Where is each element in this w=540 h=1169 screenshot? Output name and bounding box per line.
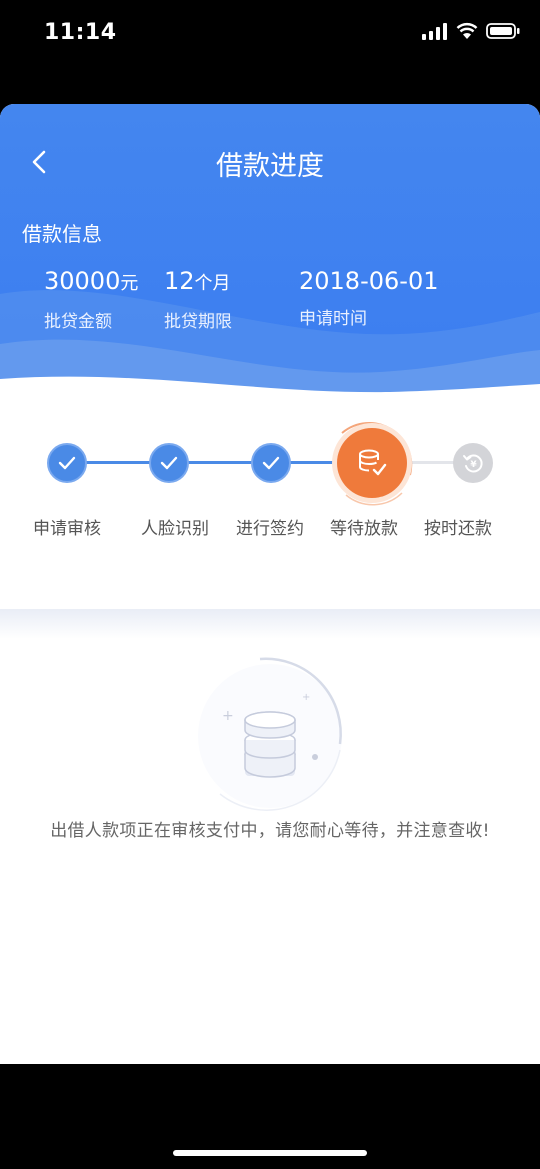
amount-unit: 元: [120, 273, 139, 294]
step-apply-review-check-icon: [47, 443, 87, 483]
step-label-sign: 进行签约: [236, 519, 304, 539]
status-icons: [422, 22, 520, 40]
section-divider: [0, 609, 540, 639]
section-title: 借款信息: [22, 222, 102, 246]
step-label-apply-review: 申请审核: [33, 519, 101, 539]
svg-text:+: +: [302, 692, 310, 703]
notice-text: 出借人款项正在审核支付中，请您耐心等待，并注意查收!: [50, 821, 490, 841]
header: 借款进度 借款信息 30000元 批贷金额 12个月 批贷期限 2018-06-…: [0, 104, 540, 404]
step-label-await-disbursement: 等待放款: [330, 519, 398, 539]
status-time: 11:14: [44, 20, 117, 45]
term-label: 批贷期限: [164, 312, 232, 332]
coin-stack-icon: + +: [198, 657, 342, 811]
coins-check-icon: [337, 428, 407, 498]
step-label-face-recognition: 人脸识别: [141, 519, 209, 539]
status-bar: 11:14: [0, 0, 540, 70]
svg-text:¥: ¥: [470, 460, 477, 470]
apply-date-label: 申请时间: [299, 309, 367, 329]
apply-date-value: 2018-06-01: [299, 267, 439, 295]
step-connector: [188, 461, 252, 464]
loan-progress-card: 借款进度 借款信息 30000元 批贷金额 12个月 批贷期限 2018-06-…: [0, 104, 540, 1064]
step-face-check-icon: [149, 443, 189, 483]
term-unit: 个月: [194, 273, 231, 294]
page-title: 借款进度: [216, 151, 324, 182]
step-connector: [86, 461, 150, 464]
amount-value: 30000: [44, 267, 121, 295]
signal-icon: [422, 22, 448, 40]
info-term: 12个月 批贷期限: [164, 264, 232, 332]
svg-text:+: +: [222, 708, 234, 724]
info-amount: 30000元 批贷金额: [44, 264, 138, 332]
battery-icon: [486, 23, 520, 39]
amount-label: 批贷金额: [44, 312, 112, 332]
home-indicator[interactable]: [173, 1150, 367, 1156]
wifi-icon: [456, 22, 478, 39]
progress-steps: ¥ 申请审核 人脸识别 进行签约 等待放款 按时还款: [0, 414, 540, 554]
term-value: 12: [164, 267, 195, 295]
step-sign-check-icon: [251, 443, 291, 483]
repay-icon: ¥: [453, 443, 493, 483]
info-apply-date: 2018-06-01 申请时间: [299, 264, 438, 329]
step-label-repay-on-time: 按时还款: [424, 519, 492, 539]
